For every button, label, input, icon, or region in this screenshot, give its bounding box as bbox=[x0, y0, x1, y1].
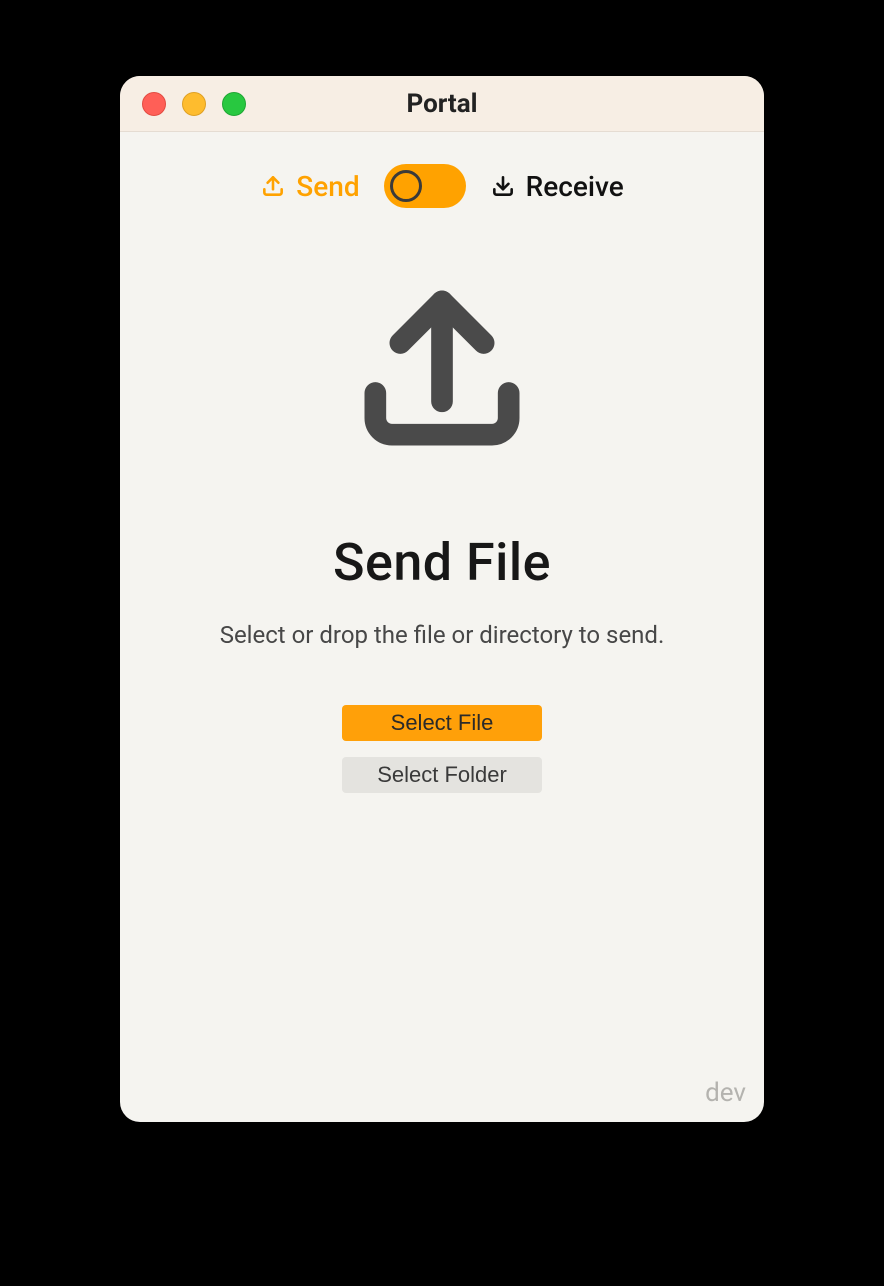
main-content: Send Receive bbox=[120, 132, 764, 1122]
titlebar: Portal bbox=[120, 76, 764, 132]
page-subtext: Select or drop the file or directory to … bbox=[220, 621, 665, 649]
app-window: Portal Send bbox=[120, 76, 764, 1122]
toggle-knob bbox=[390, 170, 422, 202]
close-window-button[interactable] bbox=[142, 92, 166, 116]
mode-send-label[interactable]: Send bbox=[260, 170, 359, 203]
download-icon bbox=[490, 173, 516, 199]
page-headline: Send File bbox=[333, 532, 551, 593]
window-controls bbox=[120, 92, 246, 116]
mode-send-text: Send bbox=[296, 170, 359, 203]
maximize-window-button[interactable] bbox=[222, 92, 246, 116]
select-file-button[interactable]: Select File bbox=[342, 705, 542, 741]
upload-icon bbox=[260, 173, 286, 199]
action-buttons: Select File Select Folder bbox=[342, 705, 542, 793]
mode-toggle[interactable] bbox=[384, 164, 466, 208]
mode-receive-label[interactable]: Receive bbox=[490, 170, 624, 203]
mode-receive-text: Receive bbox=[526, 170, 624, 203]
minimize-window-button[interactable] bbox=[182, 92, 206, 116]
upload-large-icon bbox=[342, 268, 542, 472]
build-label: dev bbox=[705, 1078, 746, 1108]
mode-switch-row: Send Receive bbox=[260, 164, 623, 208]
select-folder-button[interactable]: Select Folder bbox=[342, 757, 542, 793]
